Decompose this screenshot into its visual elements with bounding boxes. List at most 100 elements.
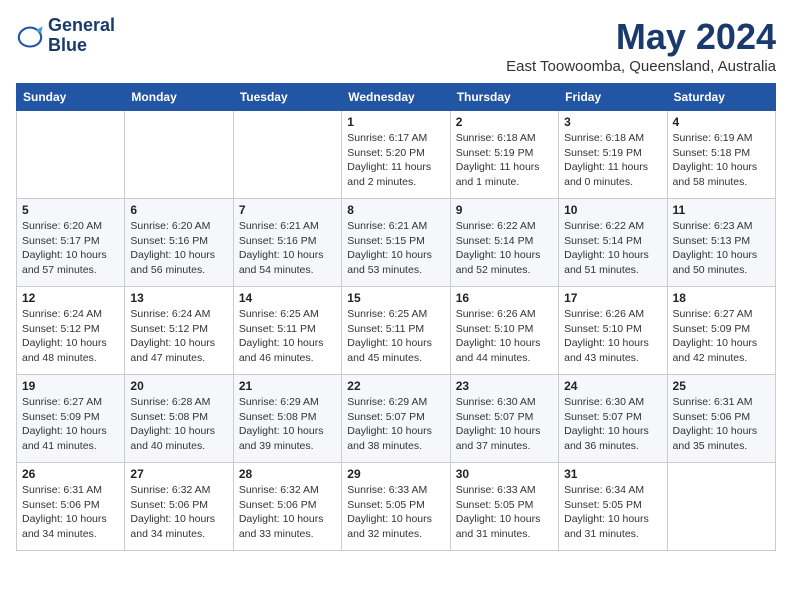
day-number: 12 bbox=[22, 291, 119, 305]
day-number: 31 bbox=[564, 467, 661, 481]
day-number: 18 bbox=[673, 291, 770, 305]
cell-info: Sunrise: 6:18 AMSunset: 5:19 PMDaylight:… bbox=[564, 131, 661, 190]
cell-info: Sunrise: 6:33 AMSunset: 5:05 PMDaylight:… bbox=[347, 483, 444, 542]
table-row: 14 Sunrise: 6:25 AMSunset: 5:11 PMDaylig… bbox=[233, 287, 341, 375]
table-row: 5 Sunrise: 6:20 AMSunset: 5:17 PMDayligh… bbox=[17, 199, 125, 287]
cell-info: Sunrise: 6:22 AMSunset: 5:14 PMDaylight:… bbox=[456, 219, 553, 278]
day-number: 28 bbox=[239, 467, 336, 481]
cell-info: Sunrise: 6:31 AMSunset: 5:06 PMDaylight:… bbox=[22, 483, 119, 542]
cell-info: Sunrise: 6:24 AMSunset: 5:12 PMDaylight:… bbox=[22, 307, 119, 366]
calendar-week-row: 5 Sunrise: 6:20 AMSunset: 5:17 PMDayligh… bbox=[17, 199, 776, 287]
cell-info: Sunrise: 6:30 AMSunset: 5:07 PMDaylight:… bbox=[564, 395, 661, 454]
month-title: May 2024 bbox=[506, 16, 776, 58]
header-sunday: Sunday bbox=[17, 84, 125, 111]
table-row: 23 Sunrise: 6:30 AMSunset: 5:07 PMDaylig… bbox=[450, 375, 558, 463]
table-row: 27 Sunrise: 6:32 AMSunset: 5:06 PMDaylig… bbox=[125, 463, 233, 551]
table-row bbox=[17, 111, 125, 199]
calendar-week-row: 19 Sunrise: 6:27 AMSunset: 5:09 PMDaylig… bbox=[17, 375, 776, 463]
day-number: 27 bbox=[130, 467, 227, 481]
location-subtitle: East Toowoomba, Queensland, Australia bbox=[506, 58, 776, 75]
table-row bbox=[233, 111, 341, 199]
cell-info: Sunrise: 6:26 AMSunset: 5:10 PMDaylight:… bbox=[564, 307, 661, 366]
calendar-header-row: Sunday Monday Tuesday Wednesday Thursday… bbox=[17, 84, 776, 111]
day-number: 20 bbox=[130, 379, 227, 393]
logo: General Blue bbox=[16, 16, 115, 56]
cell-info: Sunrise: 6:23 AMSunset: 5:13 PMDaylight:… bbox=[673, 219, 770, 278]
table-row: 11 Sunrise: 6:23 AMSunset: 5:13 PMDaylig… bbox=[667, 199, 775, 287]
table-row: 26 Sunrise: 6:31 AMSunset: 5:06 PMDaylig… bbox=[17, 463, 125, 551]
cell-info: Sunrise: 6:22 AMSunset: 5:14 PMDaylight:… bbox=[564, 219, 661, 278]
header-wednesday: Wednesday bbox=[342, 84, 450, 111]
day-number: 19 bbox=[22, 379, 119, 393]
day-number: 8 bbox=[347, 203, 444, 217]
cell-info: Sunrise: 6:18 AMSunset: 5:19 PMDaylight:… bbox=[456, 131, 553, 190]
cell-info: Sunrise: 6:27 AMSunset: 5:09 PMDaylight:… bbox=[673, 307, 770, 366]
table-row: 24 Sunrise: 6:30 AMSunset: 5:07 PMDaylig… bbox=[559, 375, 667, 463]
table-row: 22 Sunrise: 6:29 AMSunset: 5:07 PMDaylig… bbox=[342, 375, 450, 463]
cell-info: Sunrise: 6:29 AMSunset: 5:07 PMDaylight:… bbox=[347, 395, 444, 454]
table-row: 10 Sunrise: 6:22 AMSunset: 5:14 PMDaylig… bbox=[559, 199, 667, 287]
header-monday: Monday bbox=[125, 84, 233, 111]
table-row: 18 Sunrise: 6:27 AMSunset: 5:09 PMDaylig… bbox=[667, 287, 775, 375]
table-row: 17 Sunrise: 6:26 AMSunset: 5:10 PMDaylig… bbox=[559, 287, 667, 375]
table-row: 25 Sunrise: 6:31 AMSunset: 5:06 PMDaylig… bbox=[667, 375, 775, 463]
calendar-week-row: 26 Sunrise: 6:31 AMSunset: 5:06 PMDaylig… bbox=[17, 463, 776, 551]
table-row: 13 Sunrise: 6:24 AMSunset: 5:12 PMDaylig… bbox=[125, 287, 233, 375]
table-row: 3 Sunrise: 6:18 AMSunset: 5:19 PMDayligh… bbox=[559, 111, 667, 199]
title-block: May 2024 East Toowoomba, Queensland, Aus… bbox=[506, 16, 776, 75]
cell-info: Sunrise: 6:25 AMSunset: 5:11 PMDaylight:… bbox=[239, 307, 336, 366]
header-tuesday: Tuesday bbox=[233, 84, 341, 111]
cell-info: Sunrise: 6:17 AMSunset: 5:20 PMDaylight:… bbox=[347, 131, 444, 190]
day-number: 23 bbox=[456, 379, 553, 393]
day-number: 14 bbox=[239, 291, 336, 305]
day-number: 26 bbox=[22, 467, 119, 481]
day-number: 29 bbox=[347, 467, 444, 481]
calendar-week-row: 12 Sunrise: 6:24 AMSunset: 5:12 PMDaylig… bbox=[17, 287, 776, 375]
table-row: 31 Sunrise: 6:34 AMSunset: 5:05 PMDaylig… bbox=[559, 463, 667, 551]
day-number: 2 bbox=[456, 115, 553, 129]
table-row: 21 Sunrise: 6:29 AMSunset: 5:08 PMDaylig… bbox=[233, 375, 341, 463]
cell-info: Sunrise: 6:32 AMSunset: 5:06 PMDaylight:… bbox=[239, 483, 336, 542]
cell-info: Sunrise: 6:26 AMSunset: 5:10 PMDaylight:… bbox=[456, 307, 553, 366]
header-saturday: Saturday bbox=[667, 84, 775, 111]
day-number: 22 bbox=[347, 379, 444, 393]
table-row: 28 Sunrise: 6:32 AMSunset: 5:06 PMDaylig… bbox=[233, 463, 341, 551]
cell-info: Sunrise: 6:31 AMSunset: 5:06 PMDaylight:… bbox=[673, 395, 770, 454]
cell-info: Sunrise: 6:19 AMSunset: 5:18 PMDaylight:… bbox=[673, 131, 770, 190]
cell-info: Sunrise: 6:24 AMSunset: 5:12 PMDaylight:… bbox=[130, 307, 227, 366]
header-friday: Friday bbox=[559, 84, 667, 111]
day-number: 30 bbox=[456, 467, 553, 481]
table-row: 16 Sunrise: 6:26 AMSunset: 5:10 PMDaylig… bbox=[450, 287, 558, 375]
table-row: 6 Sunrise: 6:20 AMSunset: 5:16 PMDayligh… bbox=[125, 199, 233, 287]
header-thursday: Thursday bbox=[450, 84, 558, 111]
cell-info: Sunrise: 6:29 AMSunset: 5:08 PMDaylight:… bbox=[239, 395, 336, 454]
day-number: 17 bbox=[564, 291, 661, 305]
day-number: 15 bbox=[347, 291, 444, 305]
cell-info: Sunrise: 6:21 AMSunset: 5:15 PMDaylight:… bbox=[347, 219, 444, 278]
day-number: 3 bbox=[564, 115, 661, 129]
cell-info: Sunrise: 6:33 AMSunset: 5:05 PMDaylight:… bbox=[456, 483, 553, 542]
cell-info: Sunrise: 6:34 AMSunset: 5:05 PMDaylight:… bbox=[564, 483, 661, 542]
day-number: 5 bbox=[22, 203, 119, 217]
calendar-week-row: 1 Sunrise: 6:17 AMSunset: 5:20 PMDayligh… bbox=[17, 111, 776, 199]
cell-info: Sunrise: 6:28 AMSunset: 5:08 PMDaylight:… bbox=[130, 395, 227, 454]
day-number: 25 bbox=[673, 379, 770, 393]
day-number: 21 bbox=[239, 379, 336, 393]
table-row: 15 Sunrise: 6:25 AMSunset: 5:11 PMDaylig… bbox=[342, 287, 450, 375]
cell-info: Sunrise: 6:30 AMSunset: 5:07 PMDaylight:… bbox=[456, 395, 553, 454]
day-number: 10 bbox=[564, 203, 661, 217]
table-row: 30 Sunrise: 6:33 AMSunset: 5:05 PMDaylig… bbox=[450, 463, 558, 551]
cell-info: Sunrise: 6:20 AMSunset: 5:17 PMDaylight:… bbox=[22, 219, 119, 278]
logo-text: General Blue bbox=[48, 16, 115, 56]
table-row: 4 Sunrise: 6:19 AMSunset: 5:18 PMDayligh… bbox=[667, 111, 775, 199]
logo-icon bbox=[16, 22, 44, 50]
cell-info: Sunrise: 6:25 AMSunset: 5:11 PMDaylight:… bbox=[347, 307, 444, 366]
day-number: 1 bbox=[347, 115, 444, 129]
table-row: 19 Sunrise: 6:27 AMSunset: 5:09 PMDaylig… bbox=[17, 375, 125, 463]
day-number: 9 bbox=[456, 203, 553, 217]
cell-info: Sunrise: 6:21 AMSunset: 5:16 PMDaylight:… bbox=[239, 219, 336, 278]
table-row: 9 Sunrise: 6:22 AMSunset: 5:14 PMDayligh… bbox=[450, 199, 558, 287]
day-number: 7 bbox=[239, 203, 336, 217]
cell-info: Sunrise: 6:27 AMSunset: 5:09 PMDaylight:… bbox=[22, 395, 119, 454]
table-row: 29 Sunrise: 6:33 AMSunset: 5:05 PMDaylig… bbox=[342, 463, 450, 551]
